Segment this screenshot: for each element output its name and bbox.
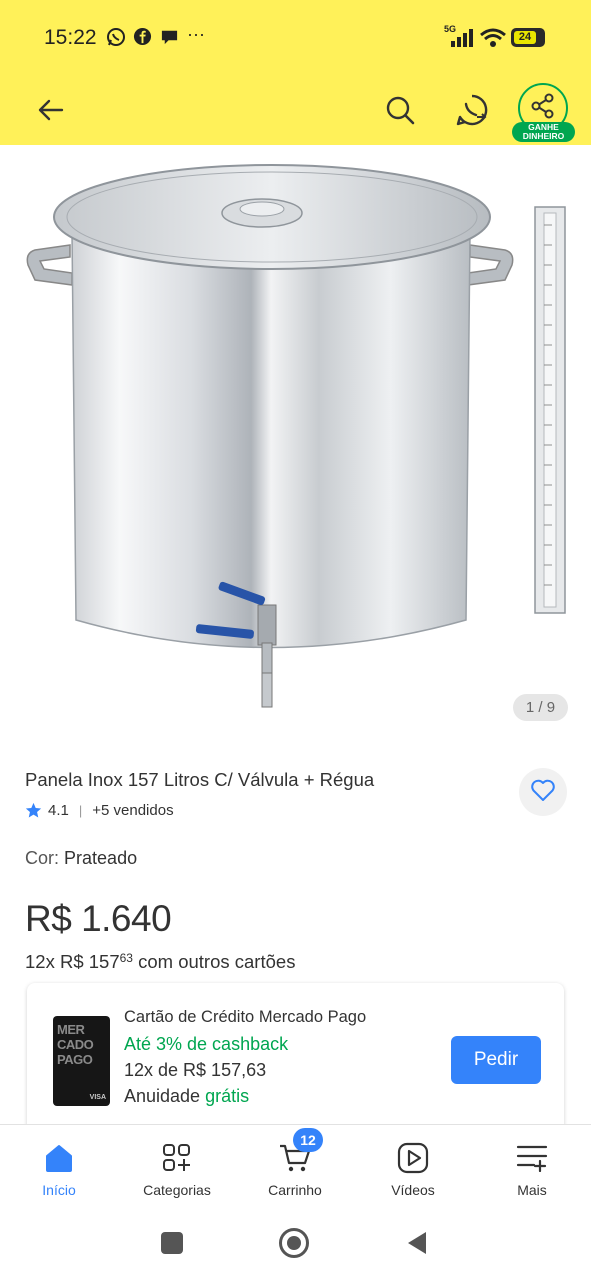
status-bar: 15:22 ··· 5G 24 <box>0 0 591 76</box>
pedir-button[interactable]: Pedir <box>451 1036 541 1084</box>
annuity-label: Anuidade <box>124 1086 206 1106</box>
star-icon <box>25 802 42 819</box>
product-price: R$ 1.640 <box>25 898 172 939</box>
credit-card-offer[interactable]: MER CADO PAGO VISA Cartão de Crédito Merca… <box>27 983 564 1143</box>
arrow-left-icon[interactable] <box>30 90 70 130</box>
gallery-counter: 1 / 9 <box>513 694 568 721</box>
favorite-button[interactable] <box>519 768 567 816</box>
product-title: Panela Inox 157 Litros C/ Válvula + Régu… <box>25 769 375 790</box>
card-logo-text: MER CADO PAGO <box>57 1022 94 1067</box>
rating-value: 4.1 <box>48 801 69 819</box>
signal-icon <box>450 29 474 52</box>
battery-icon: 24 <box>511 28 545 47</box>
play-video-icon <box>354 1139 472 1177</box>
tab-inicio-label: Início <box>42 1182 76 1198</box>
tab-carrinho-label: Carrinho <box>268 1182 322 1198</box>
home-icon <box>0 1139 118 1177</box>
cashback-text: Até 3% de cashback <box>124 1034 289 1054</box>
system-navigation <box>0 1208 591 1280</box>
color-row: Cor: Prateado <box>25 848 137 869</box>
card-offer-title: Cartão de Crédito Mercado Pago <box>124 1008 367 1026</box>
heart-icon <box>530 778 556 807</box>
triangle-back-icon[interactable] <box>405 1230 429 1261</box>
battery-level: 24 <box>514 31 536 44</box>
rating-row[interactable]: 4.1 | +5 vendidos <box>25 800 174 820</box>
chat-notification-icon <box>160 27 179 51</box>
card-offer-text: Cartão de Crédito Mercado Pago Até 3% de… <box>124 1008 366 1112</box>
top-navbar <box>0 76 591 145</box>
wifi-icon <box>480 28 506 53</box>
annuity-row: Anuidade grátis <box>124 1086 366 1112</box>
annuity-value: grátis <box>205 1086 250 1106</box>
menu-plus-icon <box>473 1139 591 1177</box>
card-installments: 12x de R$ 157,63 <box>124 1060 267 1080</box>
installments-prefix: 12x R$ 157 <box>25 951 120 972</box>
cart-badge: 12 <box>293 1128 323 1152</box>
card-brand: VISA <box>89 1094 106 1101</box>
credit-card-image: MER CADO PAGO VISA <box>53 1016 110 1106</box>
search-icon[interactable] <box>380 90 420 130</box>
installments-info: 12x R$ 15763 com outros cartões <box>25 951 295 973</box>
facebook-notification-icon <box>133 27 152 51</box>
tab-categorias-label: Categorias <box>143 1182 211 1198</box>
color-label: Cor: <box>25 848 60 868</box>
categories-icon <box>118 1139 236 1177</box>
installments-cents: 63 <box>119 951 133 965</box>
more-notifications-icon: ··· <box>187 24 205 44</box>
tab-videos-label: Vídeos <box>391 1182 435 1198</box>
product-image <box>0 145 591 742</box>
tab-mais[interactable]: Mais <box>473 1125 591 1209</box>
color-value: Prateado <box>64 848 138 868</box>
circle-icon[interactable] <box>279 1228 309 1258</box>
sold-count: +5 vendidos <box>92 801 174 819</box>
whatsapp-share-icon[interactable] <box>451 89 493 131</box>
dinheiro-label: DINHEIRO <box>522 131 565 141</box>
tab-inicio[interactable]: Início <box>0 1125 118 1209</box>
square-icon[interactable] <box>161 1232 183 1254</box>
tab-videos[interactable]: Vídeos <box>354 1125 472 1209</box>
whatsapp-notification-icon <box>106 27 126 52</box>
rating-divider: | <box>78 802 83 818</box>
earn-money-badge[interactable]: GANHE DINHEIRO <box>512 122 575 142</box>
installments-suffix: com outros cartões <box>132 951 296 972</box>
product-gallery[interactable] <box>0 145 591 742</box>
tab-mais-label: Mais <box>517 1182 547 1198</box>
share-icon <box>530 93 556 124</box>
tab-categorias[interactable]: Categorias <box>118 1125 236 1209</box>
status-time: 15:22 <box>44 26 97 49</box>
